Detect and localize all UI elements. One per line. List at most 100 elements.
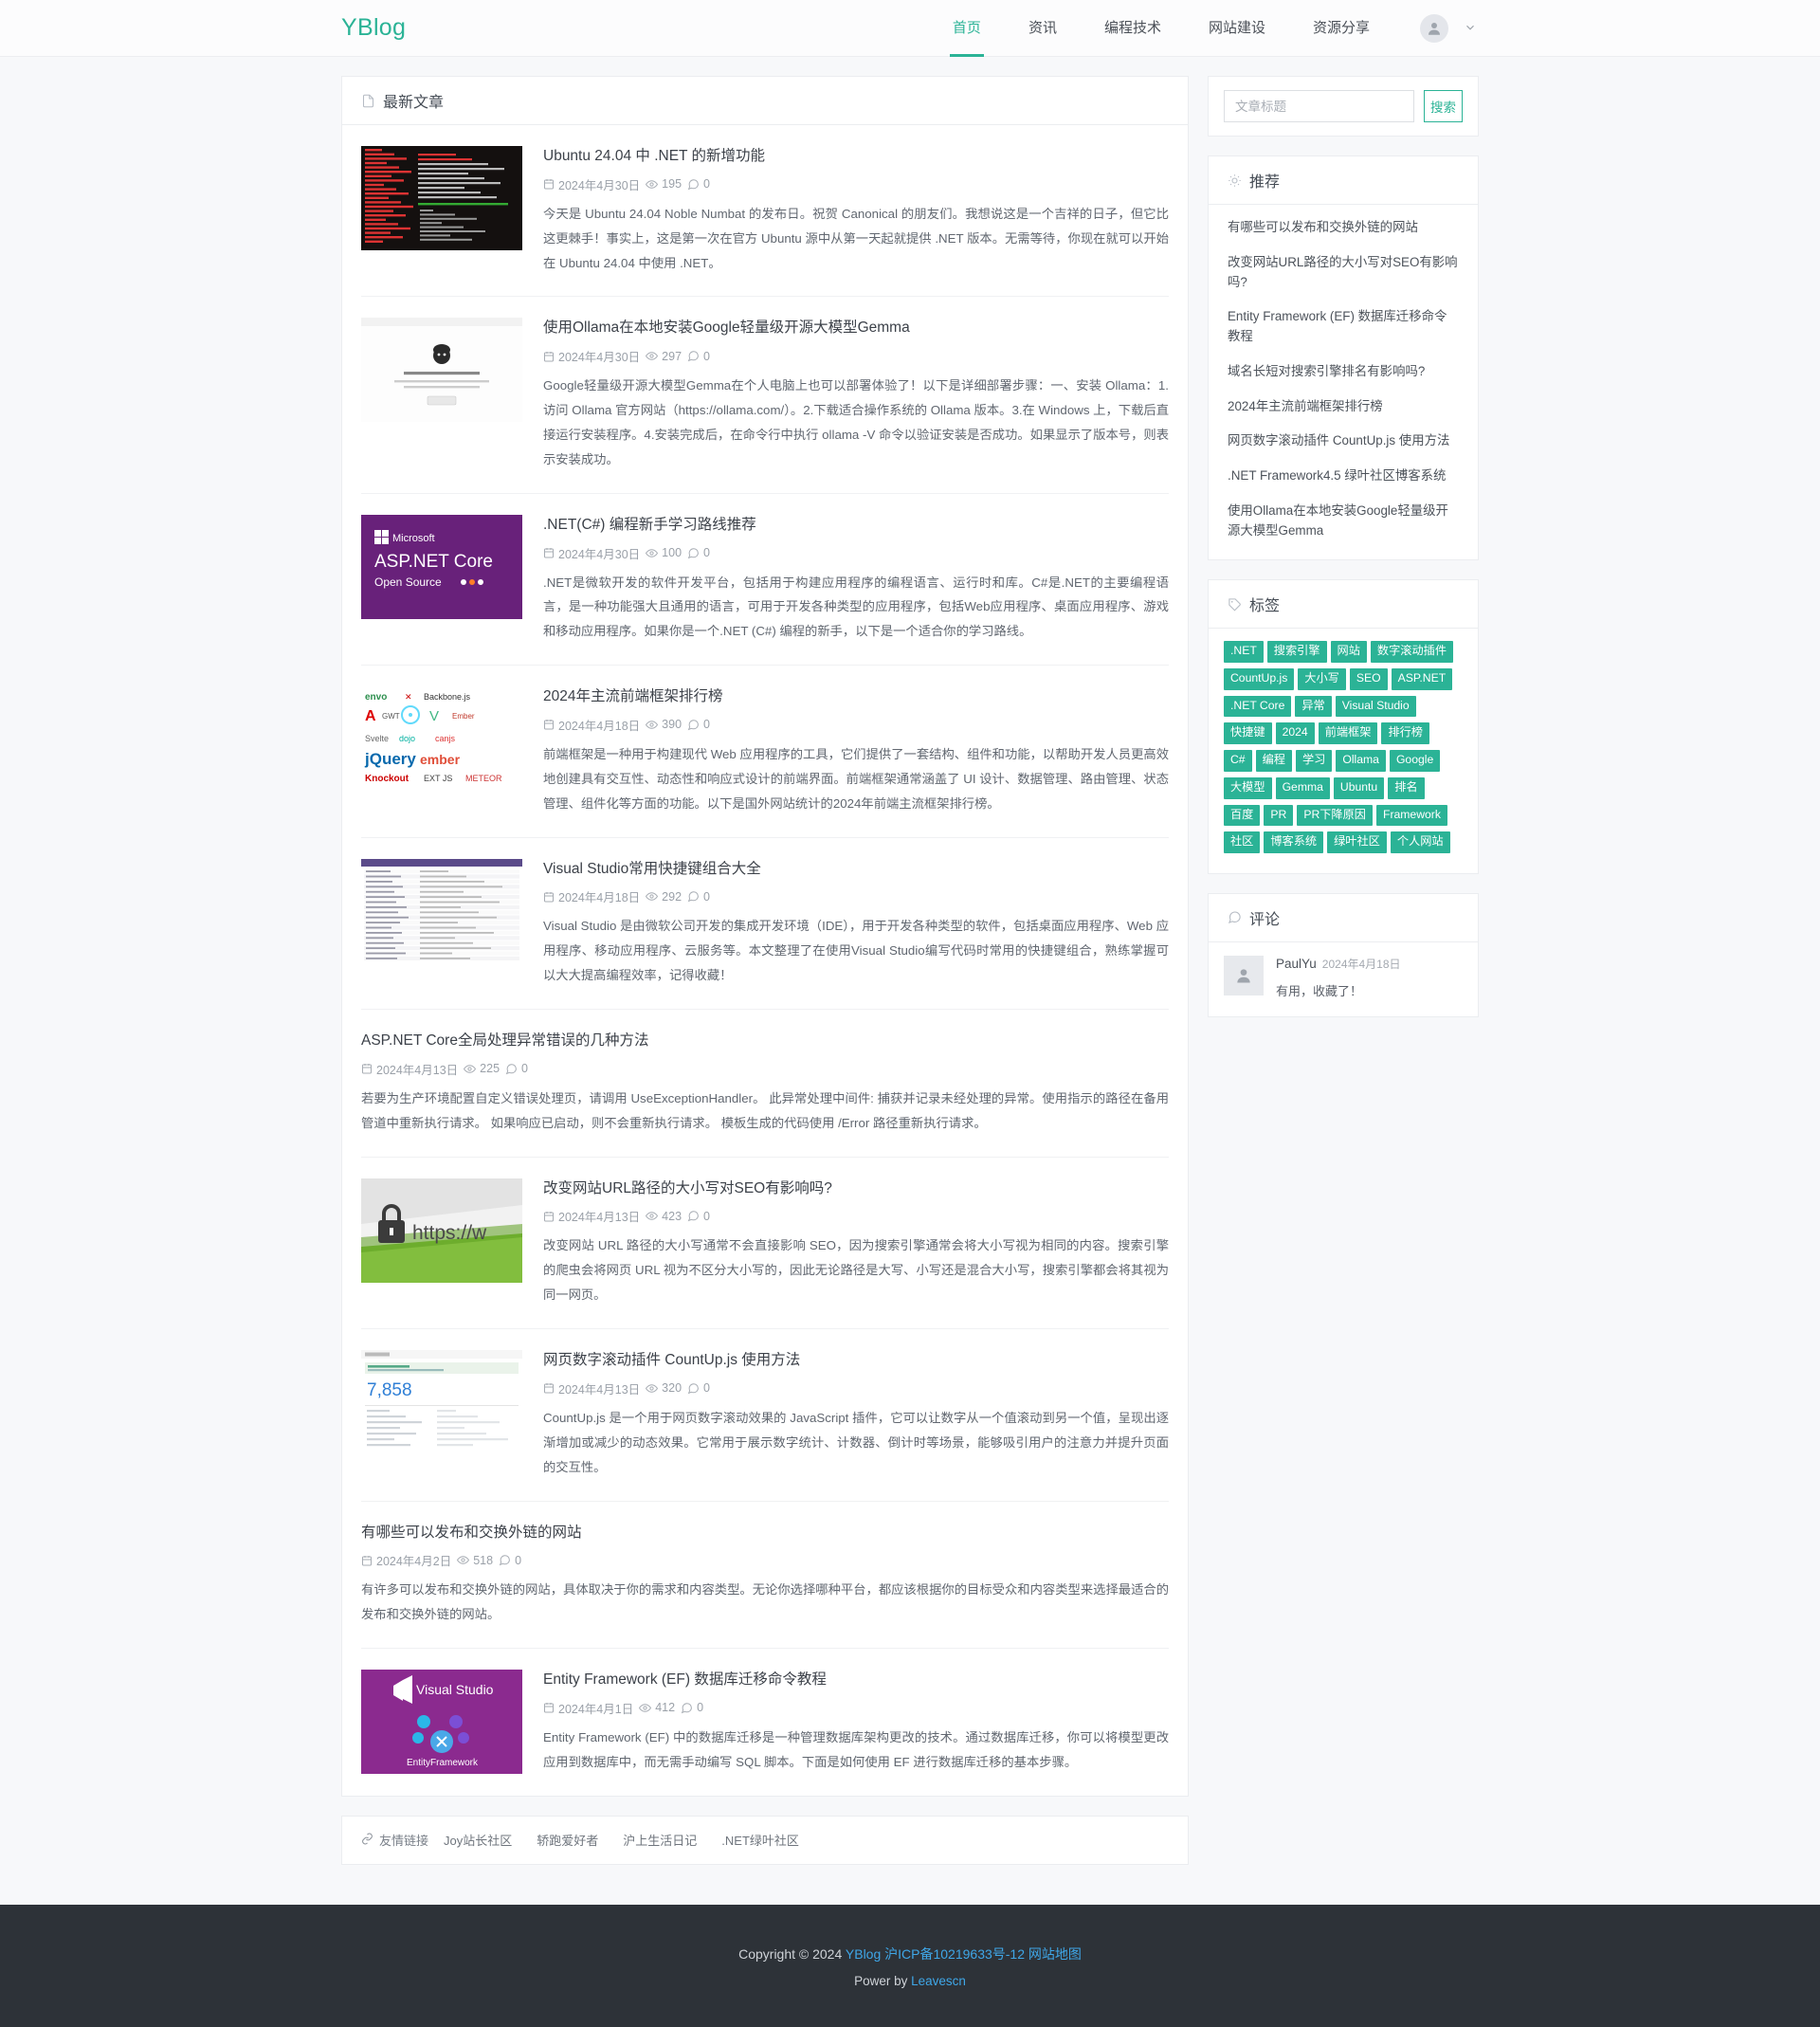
recommend-item[interactable]: 域名长短对搜索引擎排名有影响吗? xyxy=(1228,355,1459,390)
friend-link-item[interactable]: 轿跑爱好者 xyxy=(537,1834,598,1848)
search-card: 搜索 xyxy=(1208,76,1479,137)
recommend-item[interactable]: 使用Ollama在本地安装Google轻量级开源大模型Gemma xyxy=(1228,494,1459,549)
brand-logo[interactable]: YBlog xyxy=(341,14,406,42)
tag-item[interactable]: ASP.NET xyxy=(1391,668,1453,690)
tag-item[interactable]: 异常 xyxy=(1295,695,1332,718)
recommend-item[interactable]: 网页数字滚动插件 CountUp.js 使用方法 xyxy=(1228,424,1459,459)
tag-item[interactable]: PR下降原因 xyxy=(1297,804,1373,827)
tag-item[interactable]: 绿叶社区 xyxy=(1327,831,1387,853)
user-menu[interactable] xyxy=(1420,13,1479,43)
footer-brand-link[interactable]: YBlog xyxy=(846,1946,881,1962)
tag-item[interactable]: Framework xyxy=(1376,804,1447,827)
search-button[interactable]: 搜索 xyxy=(1424,90,1463,122)
tag-item[interactable]: 数字滚动插件 xyxy=(1370,641,1454,664)
site-footer: Copyright © 2024 YBlog 沪ICP备10219633号-12… xyxy=(0,1904,1820,2027)
tag-item[interactable]: 社区 xyxy=(1224,831,1261,853)
tag-item[interactable]: .NET Core xyxy=(1224,695,1292,718)
article-date: 2024年4月2日 xyxy=(361,1551,451,1569)
article-body: Ubuntu 24.04 中 .NET 的新增功能 2024年4月30日 195… xyxy=(543,146,1169,275)
nav-item-home[interactable]: 首页 xyxy=(929,0,1005,57)
article-date: 2024年4月13日 xyxy=(361,1060,458,1078)
recommend-item[interactable]: Entity Framework (EF) 数据库迁移命令教程 xyxy=(1228,300,1459,355)
friend-links-items: Joy站长社区 轿跑爱好者 沪上生活日记 .NET绿叶社区 xyxy=(444,1831,824,1850)
tag-item[interactable]: C# xyxy=(1224,750,1252,772)
tag-item[interactable]: Ubuntu xyxy=(1333,776,1385,799)
tag-item[interactable]: 排行榜 xyxy=(1381,722,1429,745)
article-thumbnail[interactable]: https://w xyxy=(361,1178,522,1283)
article-body: ASP.NET Core全局处理异常错误的几种方法 2024年4月13日 225… xyxy=(361,1031,1169,1136)
recommend-item[interactable]: .NET Framework4.5 绿叶社区博客系统 xyxy=(1228,459,1459,494)
svg-text:Microsoft: Microsoft xyxy=(392,533,435,544)
article-thumbnail[interactable] xyxy=(361,858,522,963)
tag-item[interactable]: 网站 xyxy=(1330,641,1367,664)
user-avatar-icon[interactable] xyxy=(1420,13,1448,43)
article-title[interactable]: Ubuntu 24.04 中 .NET 的新增功能 xyxy=(543,146,1169,167)
footer-icp-link[interactable]: 沪ICP备10219633号-12 xyxy=(884,1946,1025,1962)
article-thumbnail[interactable] xyxy=(361,146,522,250)
article-thumbnail[interactable]: Microsoft ASP.NET Core Open Source xyxy=(361,514,522,619)
article-title[interactable]: Visual Studio常用快捷键组合大全 xyxy=(543,859,1169,880)
tag-item[interactable]: 大模型 xyxy=(1224,776,1272,799)
friend-link-item[interactable]: Joy站长社区 xyxy=(444,1834,512,1848)
tags-list: .NET 搜索引擎 网站 数字滚动插件 CountUp.js 大小写 SEO ASP.NET.… xyxy=(1209,629,1478,873)
tag-item[interactable]: CountUp.js xyxy=(1224,668,1295,690)
svg-text:EXT JS: EXT JS xyxy=(424,774,452,783)
tag-item[interactable]: 前端框架 xyxy=(1318,722,1378,745)
tag-item[interactable]: 编程 xyxy=(1255,750,1292,772)
tag-item[interactable]: Google xyxy=(1389,750,1441,772)
tag-item[interactable]: 大小写 xyxy=(1298,668,1346,690)
article-title[interactable]: 改变网站URL路径的大小写对SEO有影响吗? xyxy=(543,1178,1169,1199)
footer-sitemap-link[interactable]: 网站地图 xyxy=(1028,1946,1082,1962)
article-title[interactable]: 使用Ollama在本地安装Google轻量级开源大模型Gemma xyxy=(543,318,1169,338)
article-thumbnail[interactable]: 7,858 xyxy=(361,1350,522,1455)
tag-item[interactable]: Gemma xyxy=(1275,776,1330,799)
article-thumbnail[interactable] xyxy=(361,318,522,423)
nav-item-website[interactable]: 网站建设 xyxy=(1185,0,1289,57)
article-views: 297 xyxy=(646,350,682,363)
tag-item[interactable]: 百度 xyxy=(1224,804,1261,827)
tag-item[interactable]: Visual Studio xyxy=(1335,695,1416,718)
tag-item[interactable]: SEO xyxy=(1349,668,1388,690)
svg-text:EntityFramework: EntityFramework xyxy=(407,1758,479,1768)
comment-icon xyxy=(1228,910,1242,924)
article-title[interactable]: Entity Framework (EF) 数据库迁移命令教程 xyxy=(543,1670,1169,1690)
article-meta: 2024年4月13日 423 0 xyxy=(543,1207,1169,1225)
nav-item-programming[interactable]: 编程技术 xyxy=(1081,0,1185,57)
tag-item[interactable]: Ollama xyxy=(1336,750,1386,772)
tag-item[interactable]: 2024 xyxy=(1275,722,1315,745)
article-title[interactable]: ASP.NET Core全局处理异常错误的几种方法 xyxy=(361,1031,1169,1051)
article-date: 2024年4月18日 xyxy=(543,716,640,734)
chevron-down-icon[interactable] xyxy=(1464,21,1477,36)
article-body: 有哪些可以发布和交换外链的网站 2024年4月2日 518 0 有许多可以发布和… xyxy=(361,1523,1169,1628)
article-thumbnail[interactable]: Visual Studio EntityFramework xyxy=(361,1670,522,1775)
article-title[interactable]: 2024年主流前端框架排行榜 xyxy=(543,686,1169,707)
footer-power-link[interactable]: Leavescn xyxy=(911,1974,966,1988)
tag-item[interactable]: 搜索引擎 xyxy=(1266,641,1327,664)
recommend-item[interactable]: 有哪些可以发布和交换外链的网站 xyxy=(1228,210,1459,246)
tag-item[interactable]: 快捷键 xyxy=(1224,722,1272,745)
article-title[interactable]: 有哪些可以发布和交换外链的网站 xyxy=(361,1523,1169,1543)
article-summary: CountUp.js 是一个用于网页数字滚动效果的 JavaScript 插件，… xyxy=(543,1410,1169,1474)
nav-item-news[interactable]: 资讯 xyxy=(1005,0,1081,57)
article-thumbnail[interactable]: envo ✕ Backbone.js A GWT V Ember Svelte … xyxy=(361,686,522,792)
comment-text: 有用，收藏了！ xyxy=(1276,983,1363,998)
friend-link-item[interactable]: .NET绿叶社区 xyxy=(721,1834,799,1848)
article-title[interactable]: .NET(C#) 编程新手学习路线推荐 xyxy=(543,515,1169,536)
tag-item[interactable]: 博客系统 xyxy=(1264,831,1324,853)
recommend-item[interactable]: 2024年主流前端框架排行榜 xyxy=(1228,390,1459,425)
tag-item[interactable]: 个人网站 xyxy=(1390,831,1450,853)
svg-text:Open Source: Open Source xyxy=(374,575,442,589)
search-input[interactable] xyxy=(1224,90,1414,122)
tag-item[interactable]: 排名 xyxy=(1388,776,1425,799)
article-meta: 2024年4月18日 292 0 xyxy=(543,887,1169,905)
tag-item[interactable]: .NET xyxy=(1224,641,1264,664)
svg-text:A: A xyxy=(365,708,376,724)
recommend-item[interactable]: 改变网站URL路径的大小写对SEO有影响吗? xyxy=(1228,246,1459,301)
article-views: 292 xyxy=(646,890,682,904)
article-title[interactable]: 网页数字滚动插件 CountUp.js 使用方法 xyxy=(543,1350,1169,1371)
nav-item-resources[interactable]: 资源分享 xyxy=(1289,0,1393,57)
tag-item[interactable]: 学习 xyxy=(1295,750,1333,772)
friend-link-item[interactable]: 沪上生活日记 xyxy=(623,1834,697,1848)
article-item: https://w 改变网站URL路径的大小写对SEO有影响吗? 2024年4月… xyxy=(361,1158,1169,1330)
tag-item[interactable]: PR xyxy=(1264,804,1294,827)
